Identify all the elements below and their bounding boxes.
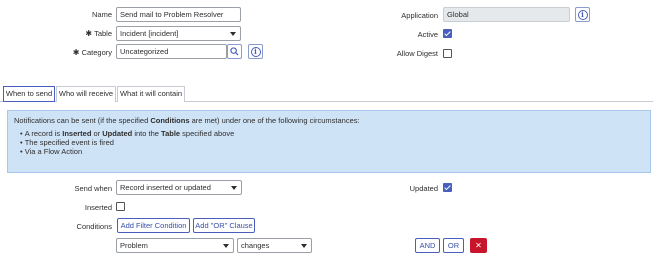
info-icon: i xyxy=(577,9,588,20)
send-when-select[interactable]: Record inserted or updated xyxy=(116,180,242,195)
updated-checkbox[interactable] xyxy=(443,183,452,192)
chevron-down-icon xyxy=(223,244,229,248)
condition-field-select[interactable]: Problem xyxy=(116,238,234,253)
and-button[interactable]: AND xyxy=(415,238,440,253)
chevron-down-icon xyxy=(231,186,237,190)
name-field[interactable]: Send mail to Problem Resolver xyxy=(116,7,241,22)
active-checkbox[interactable] xyxy=(443,29,452,38)
table-label: ✱ Table xyxy=(85,29,112,38)
conditions-label: Conditions xyxy=(76,222,112,231)
table-select[interactable]: Incident [incident] xyxy=(116,26,241,41)
search-icon xyxy=(230,47,239,56)
info-intro: Notifications can be sent (if the specif… xyxy=(14,116,360,125)
category-lookup-button[interactable] xyxy=(227,44,242,59)
allow-digest-checkbox[interactable] xyxy=(443,49,452,58)
required-icon: ✱ xyxy=(72,48,80,57)
name-label: Name xyxy=(91,10,112,19)
chevron-down-icon xyxy=(301,244,307,248)
info-bullet: • A record is Inserted or Updated into t… xyxy=(20,129,235,138)
chevron-down-icon xyxy=(230,32,236,36)
category-label: ✱ Category xyxy=(72,48,112,57)
active-label: Active xyxy=(417,30,438,39)
condition-operator-select[interactable]: changes xyxy=(237,238,312,253)
send-when-label: Send when xyxy=(74,184,112,193)
or-button[interactable]: OR xyxy=(443,238,464,253)
tab-when-to-send[interactable]: When to send xyxy=(3,86,55,102)
tab-what-it-will-contain[interactable]: What it will contain xyxy=(117,86,185,102)
add-filter-condition-button[interactable]: Add Filter Condition xyxy=(117,218,190,233)
required-icon: ✱ xyxy=(85,29,93,38)
application-label: Application xyxy=(401,11,438,20)
allow-digest-label: Allow Digest xyxy=(396,49,438,58)
info-box: Notifications can be sent (if the specif… xyxy=(7,110,651,173)
add-or-clause-button[interactable]: Add "OR" Clause xyxy=(193,218,255,233)
updated-label: Updated xyxy=(409,184,438,193)
info-bullet: • The specified event is fired xyxy=(20,138,114,147)
application-info-button[interactable]: i xyxy=(575,7,590,22)
inserted-label: Inserted xyxy=(84,203,112,212)
inserted-checkbox[interactable] xyxy=(116,202,125,211)
info-icon: i xyxy=(250,46,261,57)
tab-who-will-receive[interactable]: Who will receive xyxy=(56,86,116,102)
application-field: Global xyxy=(443,7,570,22)
info-bullet: • Via a Flow Action xyxy=(20,147,83,156)
remove-condition-button[interactable]: ✕ xyxy=(470,238,487,253)
category-field[interactable]: Uncategorized xyxy=(116,44,227,59)
close-icon: ✕ xyxy=(475,241,482,250)
category-info-button[interactable]: i xyxy=(248,44,263,59)
